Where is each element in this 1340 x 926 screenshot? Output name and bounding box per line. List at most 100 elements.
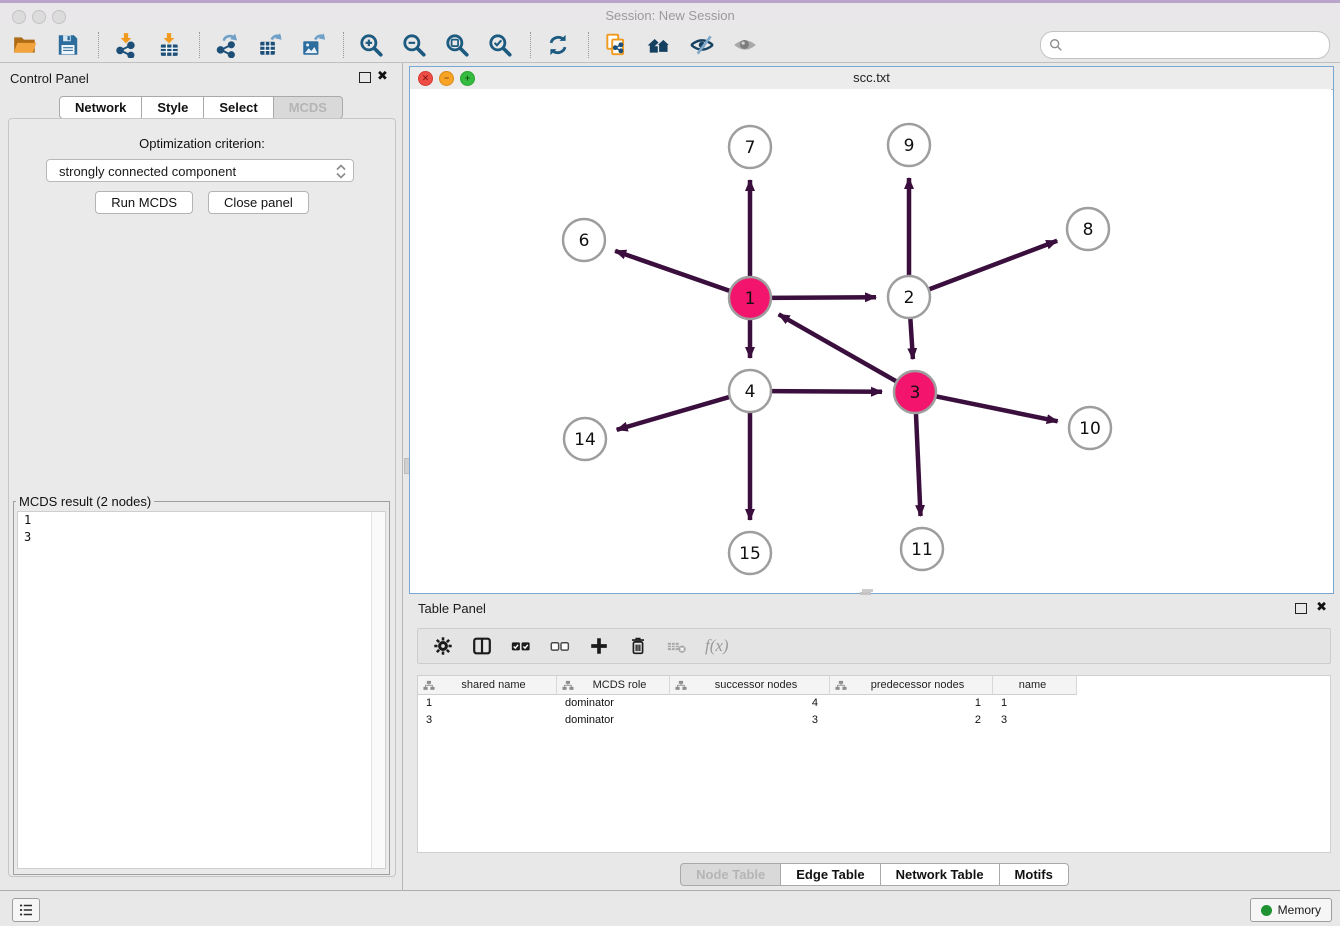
- graph-node-label-14: 14: [574, 430, 596, 450]
- import-table-icon[interactable]: [156, 32, 182, 58]
- import-network-icon[interactable]: [113, 32, 139, 58]
- table-cell[interactable]: 4: [670, 695, 830, 712]
- graph-edge-3-10[interactable]: [935, 396, 1058, 421]
- graph-node-label-11: 11: [911, 540, 933, 560]
- control-panel-title: Control Panel: [10, 71, 89, 86]
- table-cell[interactable]: dominator: [557, 695, 670, 712]
- node-table: shared nameMCDS rolesuccessor nodesprede…: [417, 675, 1331, 853]
- zoom-in-icon[interactable]: [358, 32, 384, 58]
- graph-edge-2-3[interactable]: [910, 317, 913, 359]
- network-graph[interactable]: 7968124314101511: [410, 89, 1331, 591]
- optimization-criterion-select[interactable]: strongly connected component: [46, 159, 354, 182]
- graph-node-label-15: 15: [739, 544, 761, 564]
- table-cell[interactable]: 1: [993, 695, 1077, 712]
- save-session-icon[interactable]: [55, 32, 81, 58]
- delete-row-icon[interactable]: [627, 635, 649, 657]
- network-window-title: scc.txt: [410, 70, 1333, 85]
- column-header-name[interactable]: name: [993, 676, 1077, 695]
- select-stepper-icon: [335, 164, 347, 179]
- tab-style[interactable]: Style: [142, 96, 204, 119]
- graph-edge-1-6[interactable]: [615, 251, 731, 292]
- table-cell[interactable]: 1: [418, 695, 557, 712]
- tab-edge-table[interactable]: Edge Table: [781, 863, 880, 886]
- show-graphics-details-icon[interactable]: [732, 32, 758, 58]
- control-panel: Control Panel ✖ NetworkStyleSelectMCDS O…: [0, 63, 402, 890]
- result-scrollbar[interactable]: [371, 512, 385, 868]
- close-table-panel-icon[interactable]: ✖: [1316, 600, 1327, 614]
- task-history-button[interactable]: [12, 898, 40, 922]
- graph-edge-3-11[interactable]: [916, 412, 921, 516]
- table-panel-title: Table Panel: [418, 601, 486, 616]
- deselect-all-icon[interactable]: [549, 635, 571, 657]
- graph-edge-4-14[interactable]: [617, 397, 731, 430]
- graph-node-label-4: 4: [745, 382, 756, 402]
- refresh-view-icon[interactable]: [545, 32, 571, 58]
- toolbar-separator: [98, 32, 99, 58]
- float-table-panel-icon[interactable]: [1295, 603, 1307, 614]
- table-cell[interactable]: 3: [993, 712, 1077, 729]
- table-cell[interactable]: 2: [830, 712, 993, 729]
- horizontal-splitter-handle[interactable]: [860, 592, 871, 595]
- table-row[interactable]: 3dominator323: [418, 712, 1330, 729]
- add-row-icon[interactable]: [588, 635, 610, 657]
- toolbar-separator: [530, 32, 531, 58]
- hide-graphics-details-icon[interactable]: [689, 32, 715, 58]
- export-table-icon[interactable]: [257, 32, 283, 58]
- show-all-networks-icon[interactable]: [646, 32, 672, 58]
- network-canvas[interactable]: 7968124314101511: [410, 89, 1331, 591]
- column-header-predecessor-nodes[interactable]: predecessor nodes: [830, 676, 993, 695]
- main-toolbar: [0, 27, 1340, 63]
- run-mcds-button[interactable]: Run MCDS: [95, 191, 193, 214]
- tab-mcds[interactable]: MCDS: [274, 96, 343, 119]
- column-header-shared-name[interactable]: shared name: [418, 676, 557, 695]
- mcds-result-title: MCDS result (2 nodes): [16, 494, 154, 509]
- tab-network-table[interactable]: Network Table: [881, 863, 1000, 886]
- zoom-fit-icon[interactable]: [444, 32, 470, 58]
- network-window: ✕ − + scc.txt 7968124314101511: [409, 66, 1334, 594]
- tab-select[interactable]: Select: [204, 96, 273, 119]
- zoom-selected-icon[interactable]: [487, 32, 513, 58]
- memory-button[interactable]: Memory: [1250, 898, 1332, 922]
- table-settings-icon[interactable]: [432, 635, 454, 657]
- tab-network[interactable]: Network: [59, 96, 142, 119]
- network-window-titlebar[interactable]: ✕ − + scc.txt: [410, 67, 1333, 90]
- tab-motifs[interactable]: Motifs: [1000, 863, 1069, 886]
- graph-node-label-6: 6: [579, 231, 590, 251]
- mcds-result-box[interactable]: 13: [17, 511, 386, 869]
- search-input[interactable]: [1067, 33, 1321, 57]
- column-type-icon: [675, 680, 687, 691]
- graph-edge-2-8[interactable]: [928, 241, 1057, 290]
- app-window: Session: New Session: [0, 0, 1340, 926]
- optimization-criterion-label: Optimization criterion:: [9, 136, 395, 151]
- graph-edge-4-3[interactable]: [770, 391, 882, 392]
- graph-edge-1-2[interactable]: [770, 297, 876, 298]
- search-box: [1040, 31, 1330, 59]
- float-panel-icon[interactable]: [359, 72, 371, 83]
- close-panel-button[interactable]: Close panel: [208, 191, 309, 214]
- table-header-row: shared nameMCDS rolesuccessor nodesprede…: [418, 676, 1330, 695]
- graph-node-label-3: 3: [910, 383, 921, 403]
- tab-node-table[interactable]: Node Table: [680, 863, 781, 886]
- table-cell[interactable]: 3: [418, 712, 557, 729]
- export-image-icon[interactable]: [300, 32, 326, 58]
- graph-edge-3-1[interactable]: [779, 314, 898, 382]
- mcds-buttons: Run MCDS Close panel: [9, 191, 395, 214]
- column-header-successor-nodes[interactable]: successor nodes: [670, 676, 830, 695]
- zoom-out-icon[interactable]: [401, 32, 427, 58]
- select-all-icon[interactable]: [510, 635, 532, 657]
- graph-node-label-10: 10: [1079, 419, 1101, 439]
- show-columns-icon[interactable]: [471, 635, 493, 657]
- table-body: 1dominator4113dominator323: [418, 695, 1330, 729]
- column-header-MCDS-role[interactable]: MCDS role: [557, 676, 670, 695]
- table-cell[interactable]: 3: [670, 712, 830, 729]
- close-panel-icon[interactable]: ✖: [377, 69, 388, 83]
- table-toolbar: f(x): [417, 628, 1331, 664]
- table-row[interactable]: 1dominator411: [418, 695, 1330, 712]
- open-session-icon[interactable]: [12, 32, 38, 58]
- clone-network-icon[interactable]: [603, 32, 629, 58]
- column-type-icon: [835, 680, 847, 691]
- list-icon: [17, 901, 35, 919]
- table-cell[interactable]: 1: [830, 695, 993, 712]
- export-network-icon[interactable]: [214, 32, 240, 58]
- table-cell[interactable]: dominator: [557, 712, 670, 729]
